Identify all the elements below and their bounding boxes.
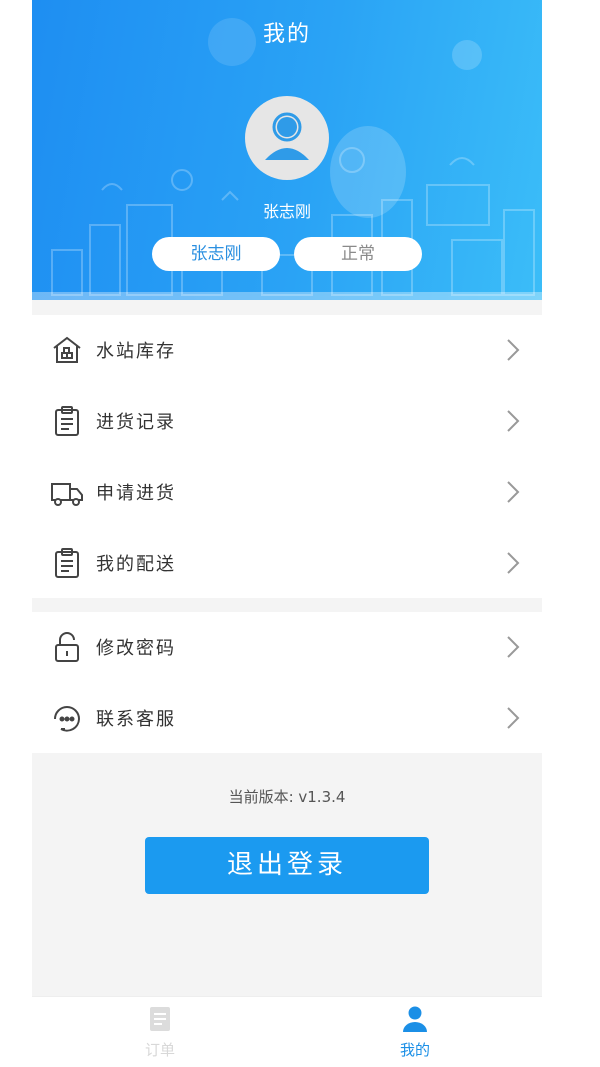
avatar[interactable] [245,96,329,180]
profile-header: 我的 张志刚 张志刚 正常 [32,0,542,300]
version-text: 当前版本: v1.3.4 [228,788,346,806]
menu-label: 联系客服 [96,708,176,730]
name-pill: 张志刚 [152,237,280,271]
menu-label: 水站库存 [96,341,176,363]
warehouse-icon [50,333,84,367]
menu-group-main: 水站库存 进货记录 申请进货 我的配送 [32,315,542,598]
clipboard-icon [50,404,84,438]
chevron-right-icon [507,707,520,729]
user-avatar-icon [265,112,309,160]
truck-icon [50,475,84,509]
menu-label: 进货记录 [96,412,176,434]
menu-item-contact-support[interactable]: 联系客服 [32,683,542,754]
tab-label: 我的 [399,1041,430,1059]
app-screen: 我的 张志刚 张志刚 正常 水站库存 进货记录 申请进货 我的配送 修改密码 联… [32,0,542,1067]
menu-item-purchase-records[interactable]: 进货记录 [32,386,542,457]
chevron-right-icon [507,636,520,658]
menu-label: 我的配送 [96,553,176,575]
menu-item-change-password[interactable]: 修改密码 [32,612,542,683]
menu-item-my-delivery[interactable]: 我的配送 [32,527,542,598]
chevron-right-icon [507,339,520,362]
lock-icon [50,630,84,664]
menu-group-account: 修改密码 联系客服 [32,612,542,753]
chevron-right-icon [507,410,520,432]
status-pill: 正常 [294,237,422,271]
bottom-tab-bar: 订单 我的 [32,996,542,1067]
menu-label: 申请进货 [96,482,176,504]
chevron-right-icon [507,551,520,574]
menu-label: 修改密码 [96,638,176,660]
document-icon [150,1007,170,1031]
chevron-right-icon [507,481,520,503]
menu-item-station-inventory[interactable]: 水站库存 [32,315,542,386]
clipboard-icon [50,546,84,580]
logout-button[interactable]: 退出登录 [145,837,429,894]
tab-mine[interactable]: 我的 [365,1005,465,1060]
page-title: 我的 [262,22,311,47]
user-icon [403,1006,427,1032]
tab-orders[interactable]: 订单 [110,1005,210,1060]
tab-label: 订单 [144,1041,175,1059]
menu-item-apply-purchase[interactable]: 申请进货 [32,457,542,528]
username: 张志刚 [262,202,311,221]
headset-icon [50,701,84,735]
